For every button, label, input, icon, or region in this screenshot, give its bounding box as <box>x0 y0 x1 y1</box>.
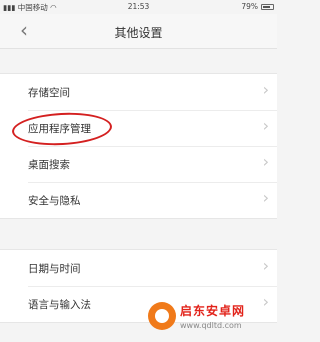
settings-row-desktop-search[interactable]: 桌面搜索 › <box>0 146 277 182</box>
chevron-right-icon: › <box>262 188 269 207</box>
watermark-url: www.qdltd.com <box>180 321 242 330</box>
page-title: 其他设置 <box>114 26 163 40</box>
settings-row-storage[interactable]: 存储空间 › <box>0 74 277 110</box>
settings-row-label: 安全与隐私 <box>28 195 81 207</box>
navigation-bar: ‹ 其他设置 <box>0 14 277 49</box>
battery-icon <box>261 3 274 10</box>
site-watermark: 启东安卓网 www.qdltd.com <box>148 296 274 336</box>
chevron-right-icon: › <box>262 80 269 99</box>
chevron-right-icon: › <box>262 152 269 171</box>
watermark-title: 启东安卓网 <box>180 304 246 318</box>
chevron-right-icon: › <box>262 116 269 135</box>
battery-indicator: 79% <box>241 2 274 11</box>
watermark-logo-icon <box>148 302 176 330</box>
status-time: 21:53 <box>127 2 150 11</box>
settings-section-1: 存储空间 › 应用程序管理 › 桌面搜索 › 安全与隐私 › <box>0 73 277 219</box>
settings-row-label: 桌面搜索 <box>28 159 70 171</box>
chevron-right-icon: › <box>262 256 269 275</box>
settings-row-label: 存储空间 <box>28 87 70 99</box>
settings-row-label: 语言与输入法 <box>28 299 91 311</box>
battery-percent: 79% <box>241 2 258 11</box>
settings-row-label: 日期与时间 <box>28 263 81 275</box>
settings-row-date-time[interactable]: 日期与时间 › <box>0 250 277 286</box>
settings-row-security-privacy[interactable]: 安全与隐私 › <box>0 182 277 218</box>
status-bar: ▮▮▮ 中国移动 ◠ 21:53 79% <box>0 0 277 14</box>
